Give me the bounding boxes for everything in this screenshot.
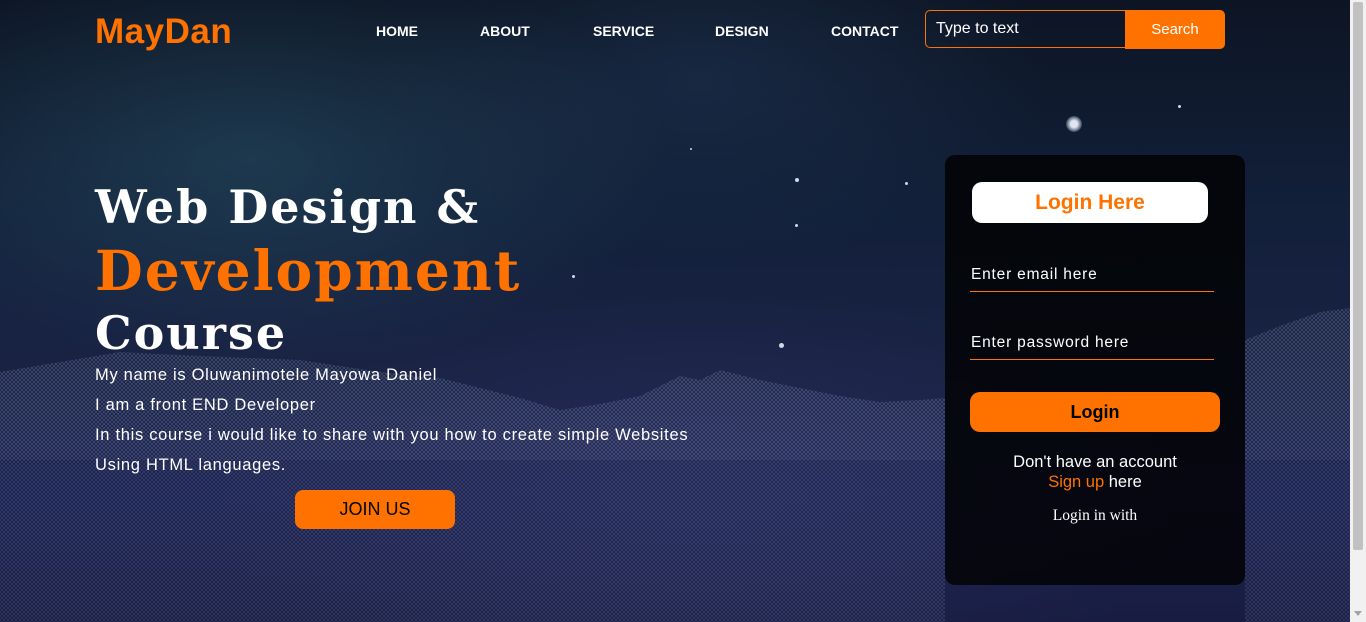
scrollbar-thumb[interactable] bbox=[1353, 2, 1363, 550]
star-decor bbox=[1066, 116, 1082, 132]
password-field[interactable] bbox=[970, 326, 1214, 360]
nav-about-link[interactable]: ABOUT bbox=[480, 23, 530, 39]
brand-logo[interactable]: MayDan bbox=[95, 12, 232, 52]
nav-contact-link[interactable]: CONTACT bbox=[831, 23, 898, 39]
nav-service-link[interactable]: SERVICE bbox=[593, 23, 654, 39]
scroll-down-arrow-icon[interactable] bbox=[1354, 611, 1362, 616]
hero-title-line3: Course bbox=[95, 306, 288, 360]
email-field[interactable] bbox=[970, 258, 1214, 292]
login-form-title: Login Here bbox=[972, 182, 1208, 223]
star-decor bbox=[1178, 105, 1181, 108]
nav-design-link[interactable]: DESIGN bbox=[715, 23, 769, 39]
hero-title-line1: Web Design & bbox=[95, 180, 481, 234]
nav-home-link[interactable]: HOME bbox=[376, 23, 418, 39]
signup-prompt: Don't have an account Sign up here bbox=[945, 452, 1245, 492]
search-input[interactable] bbox=[925, 10, 1125, 48]
star-decor bbox=[795, 224, 798, 227]
star-decor bbox=[905, 182, 908, 185]
login-with-text: Login in with bbox=[1052, 507, 1138, 524]
no-account-text: Don't have an account bbox=[1013, 453, 1177, 471]
star-decor bbox=[779, 343, 784, 348]
page-scrollbar[interactable] bbox=[1350, 0, 1366, 622]
star-decor bbox=[795, 178, 799, 182]
join-us-button[interactable]: JOIN US bbox=[295, 490, 455, 529]
star-decor bbox=[690, 148, 692, 150]
login-button[interactable]: Login bbox=[970, 392, 1220, 432]
signup-suffix-text: here bbox=[1104, 473, 1142, 491]
search-button[interactable]: Search bbox=[1125, 10, 1225, 49]
star-decor bbox=[572, 275, 575, 278]
hero-paragraph: Using HTML languages. bbox=[95, 456, 287, 474]
hero-paragraph: I am a front END Developer bbox=[95, 396, 316, 414]
hero-title-line2: Development bbox=[95, 238, 522, 303]
signup-link[interactable]: Sign up bbox=[1048, 473, 1104, 491]
hero-paragraph: My name is Oluwanimotele Mayowa Daniel bbox=[95, 366, 438, 384]
login-form: Login Here Login Don't have an account S… bbox=[945, 155, 1245, 585]
hero-paragraph: In this course i would like to share wit… bbox=[95, 426, 689, 444]
